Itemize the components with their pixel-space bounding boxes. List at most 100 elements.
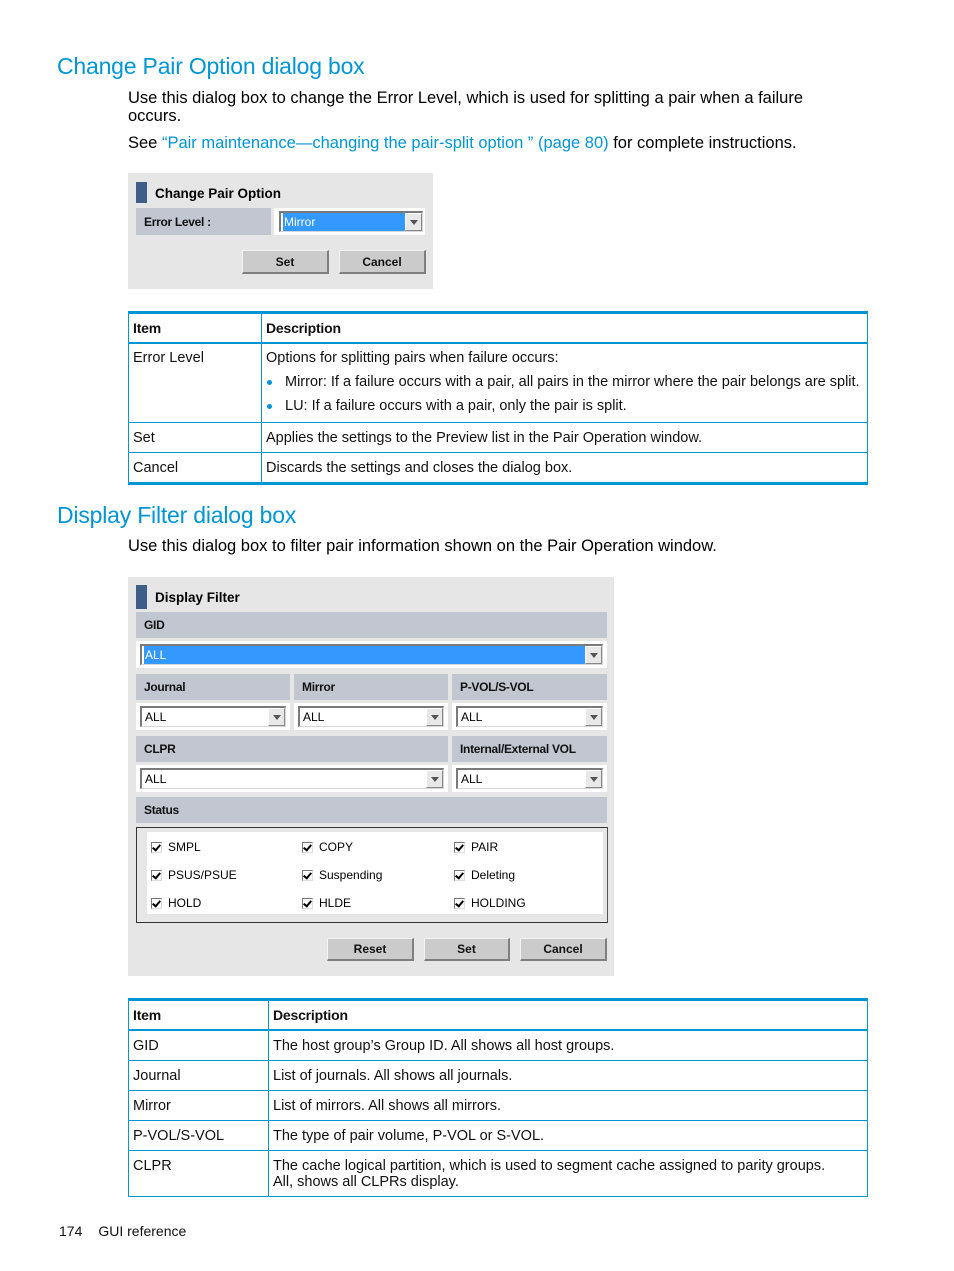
status-checkbox-psus-psue[interactable]: PSUS/PSUE	[151, 868, 237, 882]
row-description: Options for splitting pairs when failure…	[261, 342, 868, 423]
status-checkbox-pair[interactable]: PAIR	[454, 840, 498, 854]
title-bar-marker	[136, 182, 147, 203]
column-header-item: Item	[128, 312, 262, 344]
row-description: The host group’s Group ID. All shows all…	[268, 1029, 868, 1061]
row-item: Set	[128, 421, 262, 453]
status-checkbox-holding[interactable]: HOLDING	[454, 896, 526, 910]
cancel-button[interactable]: Cancel	[520, 938, 607, 961]
section-intro: Use this dialog box to filter pair infor…	[128, 537, 717, 555]
row-item: Cancel	[128, 451, 262, 484]
page-footer: 174 GUI reference	[59, 1223, 186, 1239]
internal-external-vol-select[interactable]: ALL	[456, 768, 603, 789]
checkbox-checked-icon[interactable]	[151, 897, 162, 909]
see-reference: See “Pair maintenance—changing the pair-…	[128, 134, 848, 152]
display-filter-dialog: Display Filter GID ALL Journal Mirror P-…	[128, 577, 614, 976]
cancel-button[interactable]: Cancel	[339, 250, 426, 274]
checkbox-label: HLDE	[319, 896, 352, 910]
table-row: Error Level Options for splitting pairs …	[128, 342, 868, 423]
checkbox-label: COPY	[319, 840, 354, 854]
chevron-down-icon[interactable]	[268, 708, 285, 726]
status-checkbox-copy[interactable]: COPY	[302, 840, 353, 854]
reset-button[interactable]: Reset	[327, 938, 414, 961]
journal-label: Journal	[136, 674, 290, 700]
footer-section-name: GUI reference	[98, 1223, 187, 1239]
column-header-description: Description	[268, 999, 868, 1031]
chevron-down-icon[interactable]	[585, 770, 602, 788]
change-pair-option-table: Item Description Error Level Options for…	[128, 311, 868, 485]
checkbox-checked-icon[interactable]	[454, 897, 465, 909]
checkbox-checked-icon[interactable]	[151, 841, 162, 853]
row-item: Journal	[128, 1059, 269, 1091]
mirror-select[interactable]: ALL	[298, 706, 444, 727]
clpr-select[interactable]: ALL	[140, 768, 444, 789]
see-prefix: See	[128, 134, 162, 152]
checkbox-label: SMPL	[168, 840, 201, 854]
table-row: Mirror List of mirrors. All shows all mi…	[128, 1089, 868, 1121]
status-checkbox-smpl[interactable]: SMPL	[151, 840, 201, 854]
table-row: GID The host group’s Group ID. All shows…	[128, 1029, 868, 1061]
table-header-row: Item Description	[128, 999, 868, 1031]
checkbox-checked-icon[interactable]	[302, 869, 313, 881]
checkbox-checked-icon[interactable]	[151, 869, 162, 881]
row-description: Applies the settings to the Preview list…	[261, 421, 868, 453]
checkbox-checked-icon[interactable]	[454, 841, 465, 853]
column-header-description: Description	[261, 312, 868, 344]
description-text: Options for splitting pairs when failure…	[266, 349, 559, 366]
chevron-down-icon[interactable]	[426, 770, 443, 788]
status-checkbox-hlde[interactable]: HLDE	[302, 896, 351, 910]
clpr-label: CLPR	[136, 736, 448, 762]
internal-external-vol-value: ALL	[461, 772, 483, 786]
clpr-value: ALL	[145, 772, 167, 786]
set-button[interactable]: Set	[242, 250, 329, 274]
pvol-svol-select[interactable]: ALL	[456, 706, 603, 727]
checkbox-label: Suspending	[319, 868, 383, 882]
see-suffix: for complete instructions.	[608, 134, 797, 152]
set-button[interactable]: Set	[424, 938, 510, 961]
pair-maintenance-link[interactable]: “Pair maintenance—changing the pair-spli…	[162, 134, 609, 152]
internal-external-vol-label: Internal/External VOL	[452, 736, 607, 762]
row-description: List of mirrors. All shows all mirrors.	[268, 1089, 868, 1121]
table-row: Set Applies the settings to the Preview …	[128, 421, 868, 453]
checkbox-checked-icon[interactable]	[454, 869, 465, 881]
checkbox-checked-icon[interactable]	[302, 897, 313, 909]
bullet-item: Mirror: If a failure occurs with a pair,…	[266, 374, 863, 390]
status-checkbox-deleting[interactable]: Deleting	[454, 868, 515, 882]
table-row: CLPR The cache logical partition, which …	[128, 1149, 868, 1197]
page-number: 174	[59, 1223, 83, 1239]
error-level-label: Error Level :	[136, 208, 271, 235]
error-level-value: Mirror	[283, 213, 405, 231]
section-intro: Use this dialog box to change the Error …	[128, 89, 804, 125]
checkbox-label: HOLDING	[471, 896, 526, 910]
chevron-down-icon[interactable]	[405, 213, 422, 231]
row-description: List of journals. All shows all journals…	[268, 1059, 868, 1091]
chevron-down-icon[interactable]	[426, 708, 443, 726]
row-item: Error Level	[128, 342, 262, 423]
bullet-list: Mirror: If a failure occurs with a pair,…	[266, 374, 863, 414]
checkbox-label: PAIR	[471, 840, 499, 854]
gid-label: GID	[136, 612, 607, 638]
row-item: Mirror	[128, 1089, 269, 1121]
change-pair-option-dialog: Change Pair Option Error Level : Mirror …	[128, 173, 433, 289]
row-description: The type of pair volume, P-VOL or S-VOL.	[268, 1119, 868, 1151]
chevron-down-icon[interactable]	[585, 646, 602, 664]
gid-select[interactable]: ALL	[140, 644, 603, 665]
section-heading-display-filter: Display Filter dialog box	[57, 502, 297, 528]
gid-value: ALL	[144, 646, 585, 664]
title-bar-marker	[136, 585, 147, 609]
checkbox-label: Deleting	[471, 868, 516, 882]
journal-select[interactable]: ALL	[140, 706, 286, 727]
row-item: P-VOL/S-VOL	[128, 1119, 269, 1151]
status-checkbox-hold[interactable]: HOLD	[151, 896, 201, 910]
error-level-select[interactable]: Mirror	[279, 211, 423, 232]
display-filter-table: Item Description GID The host group’s Gr…	[128, 998, 868, 1197]
chevron-down-icon[interactable]	[585, 708, 602, 726]
table-row: Cancel Discards the settings and closes …	[128, 451, 868, 484]
status-label: Status	[136, 797, 607, 823]
mirror-value: ALL	[303, 710, 325, 724]
table-header-row: Item Description	[128, 312, 868, 344]
checkbox-checked-icon[interactable]	[302, 841, 313, 853]
row-item: GID	[128, 1029, 269, 1061]
status-checkbox-suspending[interactable]: Suspending	[302, 868, 382, 882]
row-description: The cache logical partition, which is us…	[268, 1149, 868, 1197]
row-description: Discards the settings and closes the dia…	[261, 451, 868, 484]
